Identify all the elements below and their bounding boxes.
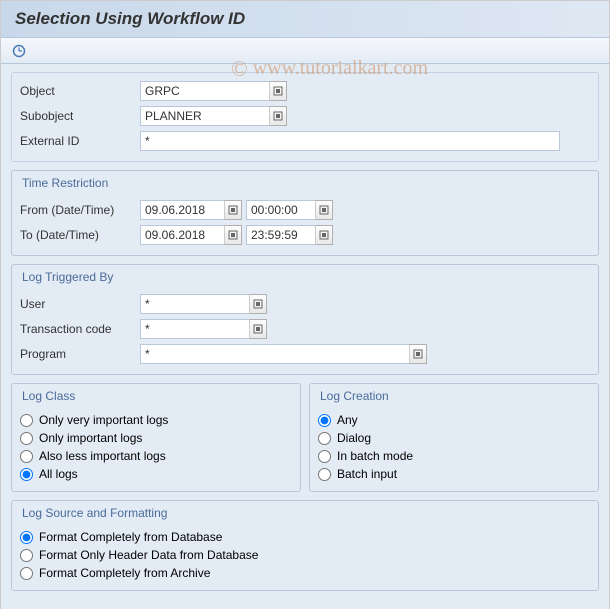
log-creation-radio-0[interactable] — [318, 414, 331, 427]
program-f4-button[interactable] — [409, 344, 427, 364]
tcode-f4-button[interactable] — [249, 319, 267, 339]
object-f4-button[interactable] — [269, 81, 287, 101]
time-restriction-group: Time Restriction From (Date/Time) To (Da… — [11, 170, 599, 256]
log-triggered-by-group: Log Triggered By User Transaction code P… — [11, 264, 599, 375]
time-restriction-legend: Time Restriction — [20, 171, 590, 196]
log-triggered-by-legend: Log Triggered By — [20, 265, 590, 290]
log-source-label-1: Format Only Header Data from Database — [39, 548, 258, 562]
log-class-legend: Log Class — [20, 384, 292, 409]
subobject-label: Subobject — [20, 109, 140, 123]
log-creation-option-2[interactable]: In batch mode — [318, 449, 590, 463]
tcode-input[interactable] — [140, 319, 250, 339]
tcode-label: Transaction code — [20, 322, 140, 336]
to-label: To (Date/Time) — [20, 228, 140, 242]
log-class-label-2: Also less important logs — [39, 449, 166, 463]
log-creation-radio-3[interactable] — [318, 468, 331, 481]
log-creation-label-3: Batch input — [337, 467, 397, 481]
to-time-f4-button[interactable] — [315, 225, 333, 245]
external-id-input[interactable] — [140, 131, 560, 151]
log-class-radio-1[interactable] — [20, 432, 33, 445]
user-f4-button[interactable] — [249, 294, 267, 314]
log-source-option-1[interactable]: Format Only Header Data from Database — [20, 548, 590, 562]
program-input[interactable] — [140, 344, 410, 364]
content-area: Object Subobject External ID — [1, 64, 609, 609]
subobject-f4-button[interactable] — [269, 106, 287, 126]
log-source-label-0: Format Completely from Database — [39, 530, 222, 544]
log-creation-radio-1[interactable] — [318, 432, 331, 445]
from-time-f4-button[interactable] — [315, 200, 333, 220]
log-class-option-1[interactable]: Only important logs — [20, 431, 292, 445]
log-creation-group: Log Creation Any Dialog In batch mode Ba… — [309, 383, 599, 492]
user-input[interactable] — [140, 294, 250, 314]
log-source-radio-0[interactable] — [20, 531, 33, 544]
subobject-input[interactable] — [140, 106, 270, 126]
to-time-input[interactable] — [246, 225, 316, 245]
to-date-input[interactable] — [140, 225, 225, 245]
log-class-label-3: All logs — [39, 467, 78, 481]
log-source-group: Log Source and Formatting Format Complet… — [11, 500, 599, 591]
log-source-radio-1[interactable] — [20, 549, 33, 562]
log-class-option-3[interactable]: All logs — [20, 467, 292, 481]
log-source-radio-2[interactable] — [20, 567, 33, 580]
log-class-radio-3[interactable] — [20, 468, 33, 481]
from-time-input[interactable] — [246, 200, 316, 220]
from-date-input[interactable] — [140, 200, 225, 220]
toolbar — [1, 38, 609, 64]
log-creation-legend: Log Creation — [318, 384, 590, 409]
log-source-legend: Log Source and Formatting — [20, 501, 590, 526]
external-id-label: External ID — [20, 134, 140, 148]
log-source-option-0[interactable]: Format Completely from Database — [20, 530, 590, 544]
log-class-option-0[interactable]: Only very important logs — [20, 413, 292, 427]
log-class-label-0: Only very important logs — [39, 413, 168, 427]
log-creation-option-0[interactable]: Any — [318, 413, 590, 427]
log-creation-label-1: Dialog — [337, 431, 371, 445]
log-creation-option-1[interactable]: Dialog — [318, 431, 590, 445]
program-label: Program — [20, 347, 140, 361]
log-creation-label-2: In batch mode — [337, 449, 413, 463]
object-input[interactable] — [140, 81, 270, 101]
page-title: Selection Using Workflow ID — [1, 1, 609, 38]
log-class-radio-2[interactable] — [20, 450, 33, 463]
from-date-f4-button[interactable] — [224, 200, 242, 220]
to-date-f4-button[interactable] — [224, 225, 242, 245]
log-source-option-2[interactable]: Format Completely from Archive — [20, 566, 590, 580]
selection-block: Object Subobject External ID — [11, 72, 599, 162]
log-creation-label-0: Any — [337, 413, 358, 427]
user-label: User — [20, 297, 140, 311]
object-label: Object — [20, 84, 140, 98]
log-creation-radio-2[interactable] — [318, 450, 331, 463]
log-source-label-2: Format Completely from Archive — [39, 566, 210, 580]
log-creation-option-3[interactable]: Batch input — [318, 467, 590, 481]
execute-button[interactable] — [11, 43, 27, 59]
log-class-option-2[interactable]: Also less important logs — [20, 449, 292, 463]
log-class-radio-0[interactable] — [20, 414, 33, 427]
log-class-group: Log Class Only very important logs Only … — [11, 383, 301, 492]
from-label: From (Date/Time) — [20, 203, 140, 217]
log-class-label-1: Only important logs — [39, 431, 142, 445]
